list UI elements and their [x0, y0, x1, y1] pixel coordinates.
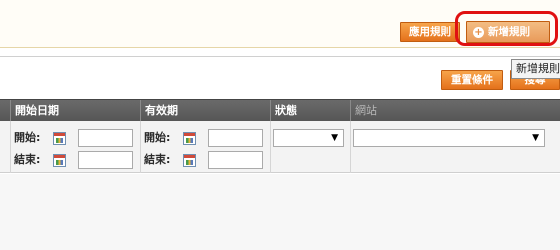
cell-divider [350, 121, 351, 173]
page-header: 應用規則 + 新增規則 [0, 0, 560, 48]
column-header-website[interactable]: 網站 [350, 100, 560, 122]
add-rule-label: 新增規則 [488, 26, 530, 38]
grid-header-row: 開始日期 有效期 狀態 網站 [0, 99, 560, 122]
reset-filter-button[interactable]: 重置條件 [441, 70, 503, 90]
start-date-from-input[interactable] [78, 129, 133, 147]
start-date-to-input[interactable] [78, 151, 133, 169]
grid-body [0, 174, 560, 250]
apply-rules-button[interactable]: 應用規則 [400, 22, 460, 42]
column-header-status[interactable]: 狀態 [270, 100, 350, 122]
status-select[interactable]: ▼ [273, 129, 344, 147]
column-header-start-date[interactable]: 開始日期 [10, 100, 140, 122]
calendar-icon[interactable] [183, 154, 196, 167]
start-date-to-label: 結束: [14, 153, 41, 166]
add-rule-tooltip: 新增規則 [511, 59, 560, 79]
plus-circle-icon: + [473, 26, 484, 38]
start-date-from-label: 開始: [14, 131, 41, 144]
valid-until-to-input[interactable] [208, 151, 263, 169]
valid-until-from-label: 開始: [144, 131, 171, 144]
filter-row: 開始: 結束: 開始: 結束: ▼ ▼ [0, 121, 560, 173]
valid-until-from-input[interactable] [208, 129, 263, 147]
cell-divider [270, 121, 271, 173]
calendar-icon[interactable] [53, 132, 66, 145]
column-header-valid-until[interactable]: 有效期 [140, 100, 270, 122]
chevron-down-icon: ▼ [331, 133, 338, 143]
admin-page: 應用規則 + 新增規則 開始日期 有效期 狀態 網站 開始: 結束: 開始: 結… [0, 0, 560, 250]
website-select[interactable]: ▼ [353, 129, 545, 147]
add-rule-button[interactable]: + 新增規則 [466, 21, 550, 43]
valid-until-to-label: 結束: [144, 153, 171, 166]
calendar-icon[interactable] [53, 154, 66, 167]
cell-divider [140, 121, 141, 173]
calendar-icon[interactable] [183, 132, 196, 145]
cell-divider [10, 121, 11, 173]
chevron-down-icon: ▼ [532, 133, 539, 143]
